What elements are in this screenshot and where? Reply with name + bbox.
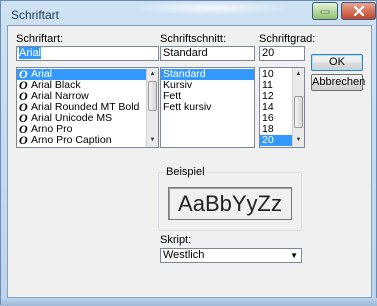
font-list-scrollbar[interactable]: ▲ ▼ (146, 68, 158, 147)
list-item[interactable]: O Arial (17, 69, 146, 80)
size-list-scrollbar[interactable]: ▲ ▼ (292, 68, 304, 147)
list-item-label: 14 (262, 102, 274, 113)
minimize-button[interactable] (312, 2, 338, 20)
script-select[interactable]: Westlich ▼ (160, 248, 302, 263)
list-item[interactable]: O Arial Black (17, 80, 146, 91)
opentype-font-icon: O (19, 80, 28, 91)
size-list[interactable]: 10 11 12 14 16 18 20 ▲ ▼ (259, 67, 305, 148)
sample-preview: AaBbYyZz (168, 187, 292, 220)
list-item[interactable]: 14 (260, 102, 292, 113)
dialog-client-area: Schriftart: Arial O Arial O Arial Black O Ari… (7, 25, 372, 298)
list-item[interactable]: Fett kursiv (161, 102, 254, 113)
list-item[interactable]: Kursiv (161, 80, 254, 91)
ok-button[interactable]: OK (311, 54, 363, 71)
list-item[interactable]: O Arial Narrow (17, 91, 146, 102)
list-item-label: Arial Rounded MT Bold (31, 102, 140, 113)
sample-group: Beispiel AaBbYyZz (158, 166, 302, 231)
font-input-value: Arial (19, 47, 42, 59)
list-item-label: Arno Pro Caption (31, 135, 112, 146)
script-select-value: Westlich (163, 249, 205, 261)
style-input[interactable]: Standard (160, 46, 255, 61)
list-item[interactable]: O Arial Rounded MT Bold (17, 102, 146, 113)
list-item[interactable]: 18 (260, 124, 292, 135)
opentype-font-icon: O (19, 102, 28, 113)
list-item[interactable]: 10 (260, 69, 292, 80)
chevron-down-icon[interactable]: ▼ (290, 249, 298, 262)
list-item[interactable]: 12 (260, 91, 292, 102)
list-item-label: Arial (31, 69, 53, 80)
close-icon (353, 6, 364, 16)
list-item-label: 16 (262, 113, 274, 124)
opentype-font-icon: O (19, 69, 28, 80)
opentype-font-icon: O (19, 113, 28, 124)
window-title: Schriftart (11, 8, 60, 22)
close-button[interactable] (341, 2, 376, 20)
dialog-window: Schriftart Schriftart: Arial O Arial O Aria… (0, 0, 377, 306)
list-item-label: Arno Pro (31, 124, 73, 135)
list-item-label: 12 (262, 91, 274, 102)
style-label: Schriftschnitt: (160, 33, 227, 45)
size-input[interactable]: 20 (259, 46, 305, 61)
font-label: Schriftart: (16, 33, 64, 45)
cancel-button[interactable]: Abbrechen (311, 74, 365, 91)
list-item[interactable]: O Arno Pro (17, 124, 146, 135)
list-item-label: Kursiv (163, 80, 193, 91)
font-list[interactable]: O Arial O Arial Black O Arial Narrow O Arial Ro… (16, 67, 159, 148)
font-input[interactable]: Arial (16, 46, 159, 61)
scroll-up-icon[interactable]: ▲ (147, 69, 158, 80)
title-bar-glow (131, 1, 291, 15)
list-item[interactable]: Fett (161, 91, 254, 102)
list-item-label: Fett kursiv (163, 102, 212, 113)
list-item-label: 10 (262, 69, 274, 80)
opentype-font-icon: O (19, 135, 28, 146)
sample-group-label: Beispiel (164, 166, 207, 178)
list-item[interactable]: O Arial Unicode MS (17, 113, 146, 124)
list-item-label: Arial Narrow (31, 91, 89, 102)
list-item[interactable]: 11 (260, 80, 292, 91)
scroll-thumb[interactable] (294, 96, 303, 128)
list-item[interactable]: Standard (161, 69, 254, 80)
list-item-label: Arial Black (31, 80, 81, 91)
list-item-label: Standard (163, 69, 206, 80)
list-item[interactable]: O Arno Pro Caption (17, 135, 146, 146)
scroll-down-icon[interactable]: ▼ (293, 135, 304, 146)
list-item-label: Arial Unicode MS (31, 113, 113, 124)
style-list[interactable]: Standard Kursiv Fett Fett kursiv (160, 67, 255, 148)
minimize-icon (320, 10, 330, 14)
scroll-up-icon[interactable]: ▲ (293, 69, 304, 80)
size-label: Schriftgrad: (259, 33, 316, 45)
opentype-font-icon: O (19, 91, 28, 102)
list-item-label: Fett (163, 91, 182, 102)
list-item[interactable]: 20 (260, 135, 292, 146)
scroll-down-icon[interactable]: ▼ (147, 135, 158, 146)
scroll-thumb[interactable] (148, 81, 157, 111)
list-item[interactable]: 16 (260, 113, 292, 124)
list-item-label: 20 (262, 135, 274, 146)
script-label: Skript: (160, 234, 192, 246)
opentype-font-icon: O (19, 124, 28, 135)
list-item-label: 11 (262, 80, 273, 91)
list-item-label: 18 (262, 124, 274, 135)
